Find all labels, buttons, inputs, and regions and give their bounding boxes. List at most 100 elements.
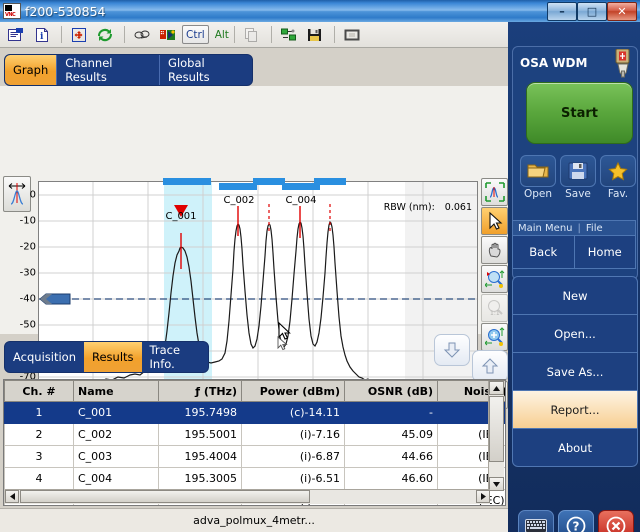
window-icon[interactable] xyxy=(340,24,364,46)
rbw-label: RBW (nm): xyxy=(383,202,435,213)
connect-icon[interactable] xyxy=(130,24,154,46)
column-header-channel[interactable]: Ch. # xyxy=(4,380,74,402)
pointer-icon[interactable] xyxy=(481,207,508,235)
collapse-down-button[interactable] xyxy=(434,334,470,366)
cell-channel: 4 xyxy=(4,467,74,490)
tab-acquisition[interactable]: Acquisition xyxy=(5,342,84,372)
table-row[interactable]: 4 C_004 195.3005 (i)-6.51 46.60 (IEC)-53… xyxy=(4,467,505,490)
menu-item-open[interactable]: Open... xyxy=(513,315,637,353)
fullscreen-icon[interactable] xyxy=(67,24,91,46)
copy-icon[interactable] xyxy=(240,24,264,46)
send-keys-icon[interactable] xyxy=(156,24,180,46)
cell-frequency: 195.3005 xyxy=(158,467,242,490)
cell-osnr: 46.60 xyxy=(344,467,438,490)
keyboard-button[interactable] xyxy=(518,510,554,532)
save-icon[interactable] xyxy=(303,24,327,46)
toolbar-separator xyxy=(61,26,62,43)
tab-graph[interactable]: Graph xyxy=(5,55,58,85)
graph-panel: dBm 0 -10 -20 -30 -40 -50 -60 -70 xyxy=(0,86,508,417)
file-menu-list: New Open... Save As... Report... About xyxy=(512,276,638,467)
close-icon: ✕ xyxy=(617,4,627,18)
svg-text:?: ? xyxy=(573,520,580,532)
zoom-region-icon[interactable] xyxy=(481,265,508,293)
star-icon xyxy=(600,155,636,187)
main-tab-bar: Graph Channel Results Global Results xyxy=(4,54,253,86)
module-plug-icon xyxy=(612,48,634,79)
tab-global-results[interactable]: Global Results xyxy=(160,55,252,85)
y-tick: -40 xyxy=(19,293,36,305)
sidebar-nav-row: Back Home xyxy=(512,235,636,269)
zoom-reset-icon[interactable]: 1:1 xyxy=(481,294,508,322)
autoscale-icon[interactable] xyxy=(481,178,508,206)
refresh-icon[interactable] xyxy=(93,24,117,46)
ctrl-toggle-button[interactable]: Ctrl xyxy=(182,25,209,44)
breadcrumb-main-menu[interactable]: Main Menu xyxy=(518,223,573,234)
transfer-icon[interactable] xyxy=(277,24,301,46)
column-header-osnr[interactable]: OSNR (dB) xyxy=(344,380,438,402)
scroll-down-button[interactable] xyxy=(489,477,504,491)
keyboard-icon xyxy=(525,519,547,532)
cell-osnr: 45.09 xyxy=(344,423,438,446)
expand-up-button[interactable] xyxy=(472,350,508,382)
close-button[interactable]: ✕ xyxy=(607,1,637,21)
home-button[interactable]: Home xyxy=(573,235,636,269)
cell-osnr: - xyxy=(344,401,438,424)
breadcrumb-file[interactable]: File xyxy=(586,223,603,234)
table-vertical-scrollbar[interactable] xyxy=(488,381,504,491)
breadcrumb-divider: | xyxy=(577,222,581,234)
info-icon[interactable]: i xyxy=(30,24,54,46)
menu-item-about[interactable]: About xyxy=(513,429,637,466)
rbw-value: 0.061 xyxy=(444,202,472,213)
horizontal-scroll-thumb[interactable] xyxy=(20,490,310,503)
properties-icon[interactable] xyxy=(4,24,28,46)
cell-channel: 3 xyxy=(4,445,74,468)
caret-up-icon xyxy=(493,385,500,391)
tab-trace-info[interactable]: Trace Info. xyxy=(142,342,208,372)
cell-frequency: 195.5001 xyxy=(158,423,242,446)
menu-item-save-as[interactable]: Save As... xyxy=(513,353,637,391)
vertical-scroll-thumb[interactable] xyxy=(489,396,504,462)
pan-hand-icon[interactable] xyxy=(481,236,508,264)
quick-fav-button[interactable]: Fav. xyxy=(600,155,636,200)
tab-channel-results[interactable]: Channel Results xyxy=(57,55,161,85)
table-horizontal-scrollbar[interactable] xyxy=(5,489,490,504)
status-filename: adva_polmux_4metr... xyxy=(193,514,315,527)
column-header-frequency[interactable]: ƒ (THz) xyxy=(158,380,242,402)
scroll-left-button[interactable] xyxy=(5,490,19,503)
exit-button[interactable] xyxy=(598,510,634,532)
cell-name: C_001 xyxy=(73,401,159,424)
y-tick: -30 xyxy=(19,267,36,279)
cell-name: C_004 xyxy=(73,467,159,490)
exit-icon xyxy=(606,516,626,532)
window-titlebar: f200-530854 – □ ✕ xyxy=(0,0,640,22)
alt-toggle-button[interactable]: Alt xyxy=(215,29,229,41)
column-header-power[interactable]: Power (dBm) xyxy=(241,380,345,402)
zoom-in-icon[interactable] xyxy=(481,323,508,351)
table-row[interactable]: 3 C_003 195.4004 (i)-6.87 44.66 (IEC)-51… xyxy=(4,445,505,468)
minimize-icon: – xyxy=(559,4,565,18)
peak-label-c001: C_001 xyxy=(165,211,197,222)
scroll-up-button[interactable] xyxy=(489,381,504,395)
minimize-button[interactable]: – xyxy=(547,1,577,21)
y-tick: 0 xyxy=(29,189,36,201)
help-button[interactable]: ? xyxy=(558,510,594,532)
tab-results[interactable]: Results xyxy=(84,342,142,372)
sidebar-bottom-buttons: ? xyxy=(518,510,634,532)
maximize-button[interactable]: □ xyxy=(577,1,607,21)
column-header-name[interactable]: Name xyxy=(73,380,159,402)
maximize-icon: □ xyxy=(586,4,598,18)
table-row[interactable]: 1 C_001 195.7498 (c)-14.11 - - xyxy=(4,401,505,424)
back-button[interactable]: Back xyxy=(512,235,574,269)
toolbar-separator xyxy=(233,26,235,43)
cell-name: C_003 xyxy=(73,445,159,468)
quick-save-button[interactable]: Save xyxy=(560,155,596,200)
quick-open-button[interactable]: Open xyxy=(520,155,556,200)
channel-bar-indicators xyxy=(163,178,346,190)
start-button[interactable]: Start xyxy=(526,82,633,144)
cell-frequency: 195.7498 xyxy=(158,401,242,424)
table-row[interactable]: 2 C_002 195.5001 (i)-7.16 45.09 (IEC)-52… xyxy=(4,423,505,446)
menu-item-new[interactable]: New xyxy=(513,277,637,315)
scroll-right-button[interactable] xyxy=(476,490,490,503)
results-table-container[interactable]: Ch. # Name ƒ (THz) Power (dBm) OSNR (dB)… xyxy=(3,379,506,506)
menu-item-report[interactable]: Report... xyxy=(513,391,637,429)
